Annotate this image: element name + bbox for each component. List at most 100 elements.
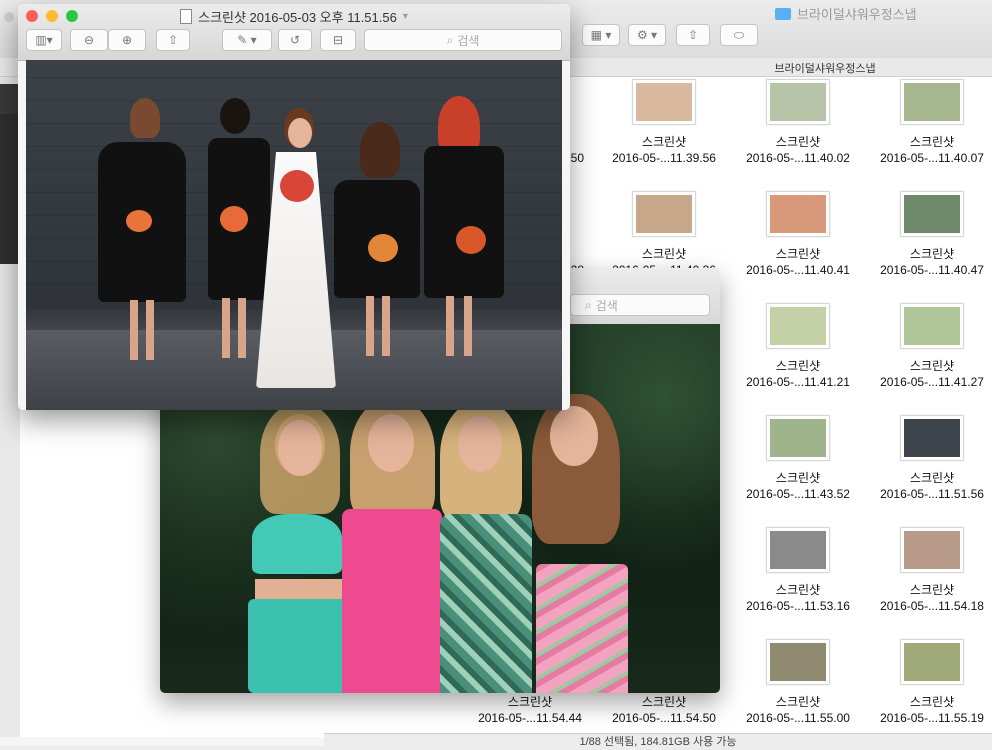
search-placeholder: 검색 [457, 33, 480, 48]
file-date[interactable]: 2016-05-...11.40.47 [867, 262, 992, 278]
file-name[interactable]: 스크린샷 [733, 694, 863, 710]
file-date[interactable]: 2016-05-...11.53.16 [733, 598, 863, 614]
search-field[interactable]: ⌕ 검색 [364, 29, 562, 51]
file-name[interactable]: 스크린샷 [599, 694, 729, 710]
file-thumbnail[interactable] [767, 192, 829, 236]
file-thumbnail[interactable] [767, 80, 829, 124]
file-name[interactable]: 스크린샷 [867, 582, 992, 598]
file-date[interactable]: 2016-05-...11.41.27 [867, 374, 992, 390]
file-name[interactable]: 스크린샷 [867, 694, 992, 710]
finder-path-label: 브라이덜샤워우정스냅 [774, 63, 876, 75]
file-thumbnail[interactable] [901, 416, 963, 460]
file-name[interactable]: 스크린샷 [599, 246, 729, 262]
bouquet [220, 206, 248, 232]
face [458, 416, 502, 472]
file-thumbnail[interactable] [901, 640, 963, 684]
zoom-out-icon: ⊖ [83, 33, 95, 47]
face [288, 118, 312, 148]
face [278, 420, 322, 476]
file-date[interactable]: 2016-05-...11.55.19 [867, 710, 992, 726]
markup-button[interactable]: ✎ ▾ [222, 29, 272, 51]
teal-top [252, 514, 342, 574]
file-date[interactable]: 2016-05-...11.51.56 [867, 486, 992, 502]
file-thumbnail[interactable] [901, 192, 963, 236]
midriff [255, 579, 345, 599]
floral-dress [440, 514, 532, 693]
sidebar-toggle-button[interactable]: ▥▾ [26, 29, 62, 51]
share-icon: ⇧ [167, 33, 179, 47]
pen-icon: ✎ ▾ [237, 33, 257, 47]
file-thumbnail[interactable] [767, 528, 829, 572]
leg [222, 298, 230, 358]
rotate-icon: ↺ [289, 33, 301, 47]
finder-window-title: 브라이덜샤워우정스냅 [775, 4, 917, 23]
bouquet [368, 234, 398, 262]
file-name[interactable]: 스크린샷 [733, 246, 863, 262]
file-date[interactable]: 2016-05-...11.40.02 [733, 150, 863, 166]
file-thumbnail[interactable] [767, 416, 829, 460]
file-date[interactable]: 2016-05-...11.54.44 [465, 710, 595, 726]
action-button[interactable]: ⚙ ▾ [628, 24, 666, 46]
file-thumbnail[interactable] [901, 304, 963, 348]
bouquet [280, 170, 314, 202]
file-name[interactable]: 스크린샷 [733, 134, 863, 150]
file-date[interactable]: 2016-05-...11.41.21 [733, 374, 863, 390]
toolbox-button[interactable]: ⊟ [320, 29, 356, 51]
file-name[interactable]: 스크린샷 [733, 470, 863, 486]
file-thumbnail[interactable] [633, 80, 695, 124]
tags-button[interactable]: ⬭ [720, 24, 758, 46]
floral-dress [536, 564, 628, 693]
photo-bridal-party [26, 60, 562, 410]
finder-status-bar: 1/88 선택됨, 184.81GB 사용 가능 [324, 733, 992, 748]
file-name[interactable]: 스크린샷 [867, 246, 992, 262]
file-date[interactable]: 2016-05-...11.43.52 [733, 486, 863, 502]
rotate-button[interactable]: ↺ [278, 29, 312, 51]
share-icon: ⇧ [687, 28, 699, 42]
chevron-down-icon: ▾ [402, 11, 408, 22]
file-name[interactable]: 스크린샷 [465, 694, 595, 710]
file-date[interactable]: 2016-05-...11.40.07 [867, 150, 992, 166]
leg [446, 296, 454, 356]
file-thumbnail[interactable] [633, 192, 695, 236]
finder-title-text: 브라이덜샤워우정스냅 [797, 7, 917, 22]
preview-window-main[interactable]: 스크린샷 2016-05-03 오후 11.51.56 ▾ ▥▾ ⊖ ⊕ ⇧ ✎… [18, 4, 570, 410]
file-date[interactable]: 2016-05-...11.55.00 [733, 710, 863, 726]
file-date[interactable]: 2016-05-...11.54.18 [867, 598, 992, 614]
file-name[interactable]: 스크린샷 [867, 470, 992, 486]
file-name[interactable]: 스크린샷 [867, 358, 992, 374]
share-button[interactable]: ⇧ [156, 29, 190, 51]
file-date[interactable]: 2016-05-...11.40.41 [733, 262, 863, 278]
file-date[interactable]: 2016-05-...11.39.56 [599, 150, 729, 166]
search-field[interactable]: ⌕ 검색 [570, 294, 710, 316]
file-name[interactable]: 스크린샷 [867, 134, 992, 150]
zoom-in-icon: ⊕ [121, 33, 133, 47]
inactive-traffic-light [4, 12, 14, 22]
leg [366, 296, 374, 356]
window-title[interactable]: 스크린샷 2016-05-03 오후 11.51.56 ▾ [18, 7, 570, 26]
file-name[interactable]: 스크린샷 [733, 582, 863, 598]
zoom-out-button[interactable]: ⊖ [70, 29, 108, 51]
leg [382, 296, 390, 356]
search-placeholder: 검색 [595, 298, 618, 313]
file-thumbnail[interactable] [767, 640, 829, 684]
view-options-button[interactable]: ▦ ▾ [582, 24, 620, 46]
zoom-in-button[interactable]: ⊕ [108, 29, 146, 51]
file-date[interactable]: 2016-05-...11.54.50 [599, 710, 729, 726]
document-icon [180, 9, 193, 24]
leg [146, 300, 154, 360]
share-button[interactable]: ⇧ [676, 24, 710, 46]
file-thumbnail[interactable] [767, 304, 829, 348]
sidebar-dark-strip [0, 114, 18, 264]
sidebar-dark-strip [0, 84, 18, 114]
bouquet [456, 226, 486, 254]
window-title-text: 스크린샷 2016-05-03 오후 11.51.56 [198, 10, 397, 25]
file-name[interactable]: 스크린샷 [599, 134, 729, 150]
file-thumbnail[interactable] [901, 80, 963, 124]
search-icon: ⌕ [585, 297, 592, 312]
bouquet [126, 210, 152, 232]
search-icon: ⌕ [446, 32, 454, 47]
file-name[interactable]: 스크린샷 [733, 358, 863, 374]
file-thumbnail[interactable] [901, 528, 963, 572]
black-dress [424, 146, 504, 298]
leg [464, 296, 472, 356]
